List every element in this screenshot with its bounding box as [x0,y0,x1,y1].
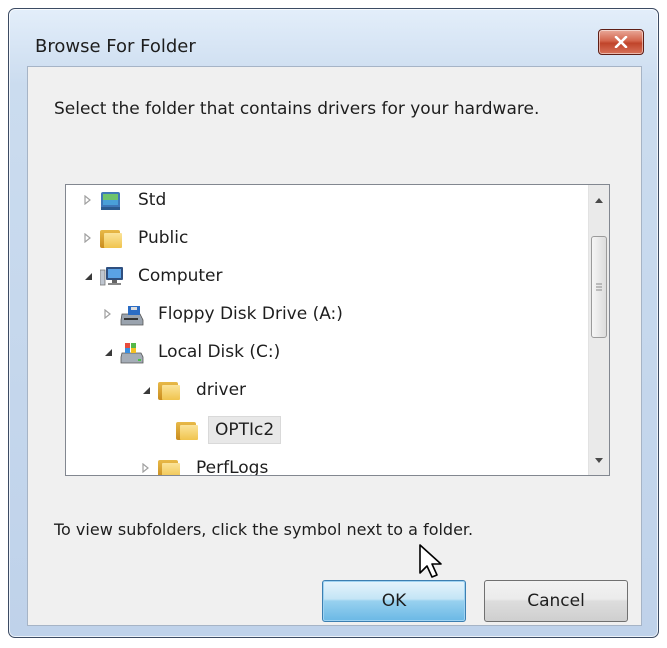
collapse-arrow-icon[interactable] [80,268,96,284]
expand-arrow-icon[interactable] [80,230,96,246]
folder-icon [158,458,180,475]
tree-item-computer[interactable]: Computer [80,259,229,293]
tree-item-public[interactable]: Public [80,221,194,255]
collapse-arrow-icon[interactable] [138,382,154,398]
tree-item-label: Public [138,228,189,248]
cancel-button[interactable]: Cancel [484,580,628,622]
vertical-scrollbar[interactable] [588,185,609,475]
tree-item-label: PerfLogs [196,458,269,476]
folder-icon [176,420,198,440]
scroll-down-icon [595,457,603,463]
tree-item-floppy[interactable]: Floppy Disk Drive (A:) [100,297,349,331]
scroll-down-button[interactable] [589,449,609,471]
scroll-up-button[interactable] [589,189,609,211]
title-bar[interactable]: Browse For Folder [9,9,658,65]
dialog-window: Browse For Folder Select the folder that… [8,8,659,638]
dialog-body: Select the folder that contains drivers … [27,66,642,626]
tree-item-std[interactable]: Std [80,185,172,217]
tree-item-label: Floppy Disk Drive (A:) [158,304,343,324]
tree-item-local-disk[interactable]: Local Disk (C:) [100,335,286,369]
tree-item-label: driver [196,380,247,400]
expand-arrow-icon[interactable] [100,306,116,322]
folder-tree[interactable]: Std Public Computer Floppy Disk Drive (A… [65,184,610,476]
mouse-pointer-icon [419,544,442,578]
local-disk-icon [120,342,144,364]
expand-arrow-icon[interactable] [80,192,96,208]
scroll-thumb[interactable] [591,236,607,338]
hint-text: To view subfolders, click the symbol nex… [54,520,474,539]
grip-icon [596,283,602,291]
tree-item-label: Std [138,190,167,210]
expand-arrow-icon[interactable] [138,460,154,475]
tree-item-driver[interactable]: driver [138,373,252,407]
tree-item-optic2[interactable]: OPTIc2 [176,413,282,447]
computer-icon [99,266,123,286]
window-title: Browse For Folder [35,36,196,57]
tree-item-label: OPTIc2 [208,416,282,444]
scroll-up-icon [595,197,603,203]
close-icon [614,36,628,48]
collapse-arrow-icon[interactable] [100,344,116,360]
tree-item-perflogs[interactable]: PerfLogs [138,451,274,476]
user-folder-icon [100,190,122,210]
tree-item-label: Local Disk (C:) [158,342,281,362]
folder-icon [100,228,122,248]
instruction-text: Select the folder that contains drivers … [54,99,540,119]
close-button[interactable] [598,29,644,55]
tree-item-label: Computer [138,266,223,286]
folder-icon [158,380,180,400]
ok-button[interactable]: OK [322,580,466,622]
floppy-drive-icon [120,304,144,326]
